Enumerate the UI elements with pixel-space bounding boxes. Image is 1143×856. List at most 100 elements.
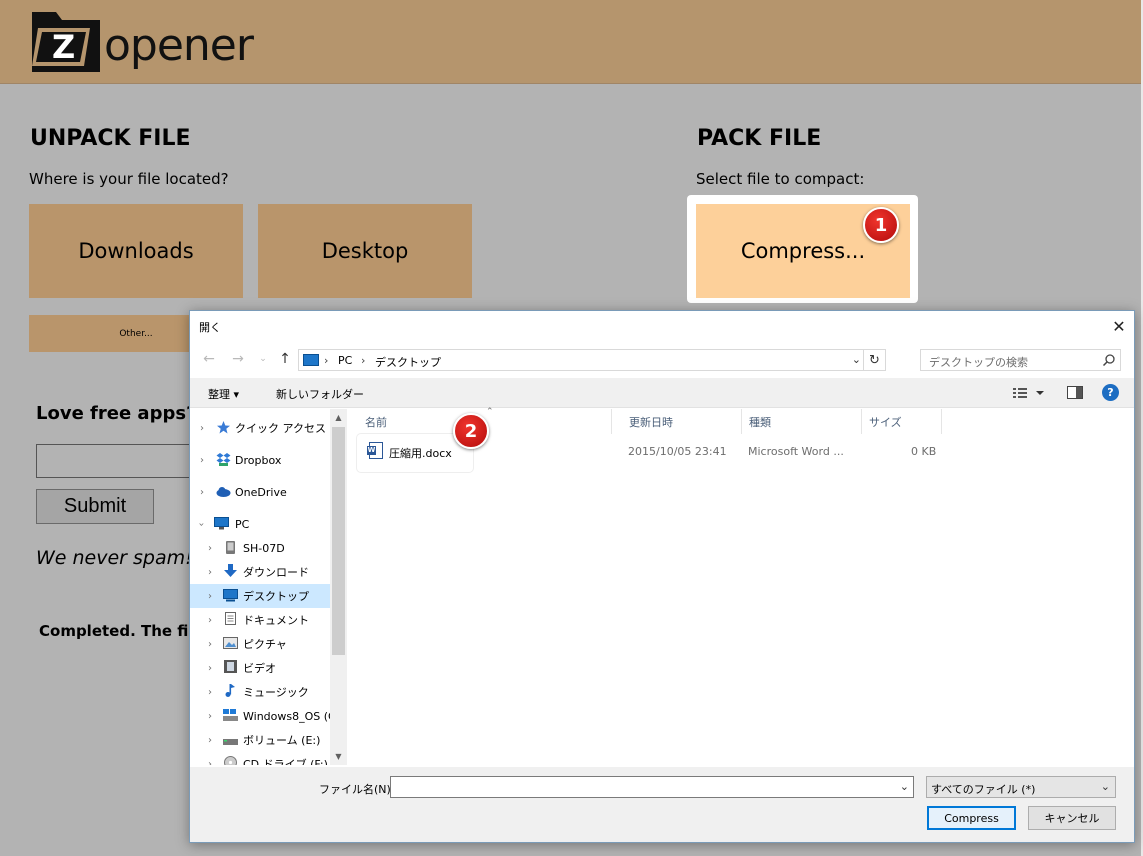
file-name[interactable]: 圧縮用.docx <box>389 445 452 461</box>
organize-button[interactable]: 整理 ▾ <box>208 386 239 402</box>
expand-chevron-icon[interactable]: › <box>200 487 204 498</box>
expand-chevron-icon[interactable]: › <box>208 663 212 674</box>
preview-pane-icon[interactable] <box>1067 386 1083 399</box>
dialog-cancel-button[interactable]: キャンセル <box>1028 806 1116 830</box>
nav-item-cd-drive[interactable]: › CD ドライブ (F:) A <box>190 752 339 766</box>
breadcrumb-chevron-icon[interactable]: › <box>324 354 328 367</box>
filename-input[interactable]: ⌄ <box>390 776 914 798</box>
search-input[interactable]: デスクトップの検索 <box>920 349 1121 371</box>
nav-item-music[interactable]: › ミュージック <box>190 680 330 704</box>
dropbox-icon <box>216 453 231 466</box>
expand-chevron-icon[interactable]: › <box>208 567 212 578</box>
phone-icon <box>226 541 235 554</box>
logo[interactable]: Z opener <box>30 8 254 74</box>
expand-chevron-icon[interactable]: › <box>208 759 212 766</box>
expand-chevron-icon[interactable]: › <box>208 639 212 650</box>
pack-title: PACK FILE <box>697 126 822 151</box>
nav-item-desktop[interactable]: › デスクトップ <box>190 584 330 608</box>
close-icon[interactable]: ✕ <box>1104 311 1134 341</box>
filter-value: すべてのファイル (*) <box>931 783 1036 796</box>
expand-chevron-icon[interactable]: › <box>200 455 204 466</box>
submit-button[interactable]: Submit <box>36 489 154 524</box>
pack-subtitle: Select file to compact: <box>696 170 865 188</box>
nav-item-documents[interactable]: › ドキュメント <box>190 608 330 632</box>
folder-logo-icon: Z <box>30 10 102 74</box>
nav-item-windows-drive[interactable]: › Windows8_OS (C <box>190 704 336 728</box>
nav-label: SH-07D <box>243 541 285 555</box>
file-modified: 2015/10/05 23:41 <box>628 445 727 458</box>
computer-icon <box>214 517 229 530</box>
logo-text: opener <box>104 20 254 71</box>
column-size[interactable]: サイズ <box>862 409 942 434</box>
nav-item-pictures[interactable]: › ピクチャ <box>190 632 330 656</box>
nav-label: CD ドライブ (F:) A <box>243 758 339 765</box>
dialog-compress-button[interactable]: Compress <box>927 806 1016 830</box>
nav-item-downloads[interactable]: › ダウンロード <box>190 560 330 584</box>
nav-label: クイック アクセス <box>235 422 326 435</box>
navigation-pane: › クイック アクセス › Dropbox › OneDrive › PC › … <box>190 409 348 765</box>
refresh-icon[interactable]: ↻ <box>863 350 885 370</box>
expand-chevron-icon[interactable]: › <box>208 687 212 698</box>
file-type: Microsoft Word ... <box>748 445 844 458</box>
scroll-up-icon[interactable]: ▲ <box>330 409 347 426</box>
navigation-scrollbar[interactable]: ▲ ▼ <box>330 409 347 765</box>
file-size: 0 KB <box>911 445 937 458</box>
column-modified[interactable]: 更新日時 <box>622 409 742 434</box>
newsletter-heading: Love free apps? E <box>36 403 214 424</box>
nav-item-quick-access[interactable]: › クイック アクセス <box>190 416 330 440</box>
nav-label: PC <box>235 517 250 531</box>
recent-dropdown-icon[interactable]: ⌄ <box>253 349 273 369</box>
scroll-down-icon[interactable]: ▼ <box>330 748 347 765</box>
up-arrow-icon[interactable]: ↑ <box>275 349 295 369</box>
dialog-title: 開く <box>199 321 221 334</box>
expand-chevron-icon[interactable]: › <box>208 711 212 722</box>
forward-arrow-icon[interactable]: → <box>228 349 248 369</box>
nav-label: Windows8_OS (C <box>243 709 336 723</box>
no-spam-text: We never spam! <box>36 547 193 569</box>
nav-label: デスクトップ <box>243 590 309 603</box>
nav-item-videos[interactable]: › ビデオ <box>190 656 330 680</box>
expand-chevron-icon[interactable]: › <box>208 735 212 746</box>
expand-chevron-icon[interactable]: › <box>196 522 207 526</box>
nav-item-volume-e[interactable]: › ボリューム (E:) <box>190 728 330 752</box>
email-input[interactable] <box>36 444 196 478</box>
dialog-footer: ファイル名(N): ⌄ すべてのファイル (*) ⌄ Compress キャンセ… <box>190 767 1134 842</box>
back-arrow-icon[interactable]: ← <box>199 349 219 369</box>
help-icon[interactable]: ? <box>1102 384 1119 401</box>
breadcrumb-pc[interactable]: PC <box>338 354 352 367</box>
nav-label: ビデオ <box>243 662 276 675</box>
view-options-icon[interactable] <box>1012 385 1048 401</box>
nav-label: ピクチャ <box>243 638 287 651</box>
file-type-filter[interactable]: すべてのファイル (*) ⌄ <box>926 776 1116 798</box>
dialog-toolbar: 整理 ▾ 新しいフォルダー ? <box>190 378 1134 408</box>
breadcrumb-desktop[interactable]: デスクトップ <box>375 354 441 370</box>
breadcrumb-chevron-icon[interactable]: › <box>361 354 365 367</box>
cd-icon <box>224 756 237 765</box>
app-header: Z opener <box>0 0 1143 84</box>
nav-item-sh07d[interactable]: › SH-07D <box>190 536 330 560</box>
nav-item-dropbox[interactable]: › Dropbox <box>190 448 330 472</box>
nav-label: ドキュメント <box>243 614 309 627</box>
sort-ascending-icon: ⌃ <box>486 407 494 417</box>
picture-icon <box>223 637 238 649</box>
scroll-thumb[interactable] <box>332 427 345 655</box>
chevron-down-icon[interactable]: ⌄ <box>1101 780 1110 793</box>
expand-chevron-icon[interactable]: › <box>208 543 212 554</box>
expand-chevron-icon[interactable]: › <box>200 423 204 434</box>
address-bar[interactable]: › PC › デスクトップ ⌄ ↻ <box>298 349 886 371</box>
column-type[interactable]: 種類 <box>742 409 862 434</box>
nav-item-onedrive[interactable]: › OneDrive <box>190 480 330 504</box>
desktop-button[interactable]: Desktop <box>258 204 472 298</box>
dialog-titlebar[interactable]: 開く ✕ <box>190 311 1134 341</box>
newsletter-heading-text: Love free apps? <box>36 403 197 424</box>
expand-chevron-icon[interactable]: › <box>208 615 212 626</box>
chevron-down-icon[interactable]: ⌄ <box>900 780 909 793</box>
address-dropdown-icon[interactable]: ⌄ <box>852 353 861 366</box>
expand-chevron-icon[interactable]: › <box>208 591 212 602</box>
new-folder-button[interactable]: 新しいフォルダー <box>276 386 364 402</box>
nav-item-pc[interactable]: › PC <box>190 512 330 536</box>
downloads-button[interactable]: Downloads <box>29 204 243 298</box>
drive-icon <box>223 709 238 721</box>
word-document-icon <box>367 442 383 459</box>
music-icon <box>225 684 235 697</box>
